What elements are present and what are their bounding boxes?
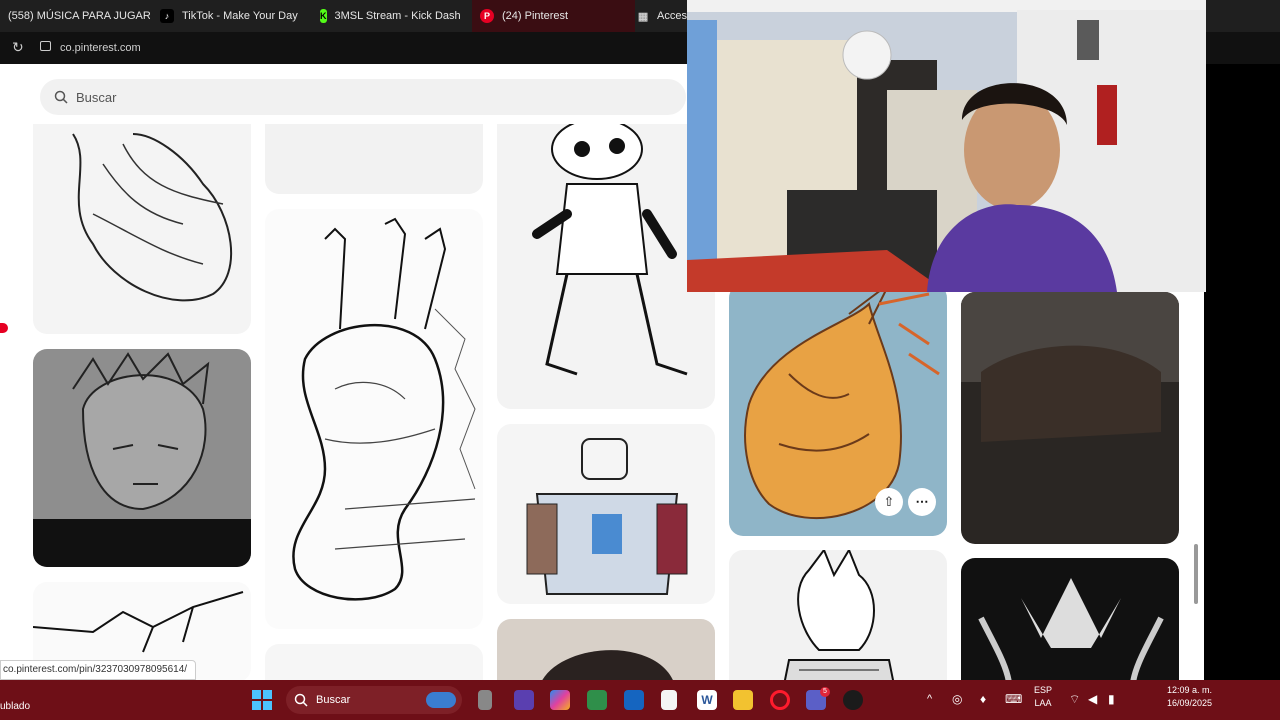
pin-sketch-face[interactable] bbox=[33, 349, 251, 567]
pin-dark-warrior[interactable] bbox=[961, 558, 1179, 680]
reload-icon[interactable]: ↻ bbox=[12, 39, 24, 56]
pin-person-photo[interactable] bbox=[497, 619, 715, 680]
language-indicator[interactable]: ESP LAA bbox=[1034, 684, 1052, 710]
search-highlight-icon bbox=[426, 692, 456, 708]
search-bar[interactable]: Buscar bbox=[40, 79, 686, 115]
lang-code: ESP bbox=[1034, 685, 1053, 695]
notification-badge: 5 bbox=[820, 687, 830, 697]
outlook-icon[interactable] bbox=[624, 690, 644, 710]
kick-icon: K bbox=[320, 9, 327, 23]
search-icon bbox=[54, 90, 68, 104]
tab-tiktok[interactable]: ♪ TikTok - Make Your Day bbox=[160, 0, 310, 32]
opera-icon[interactable] bbox=[770, 690, 790, 710]
chatgpt-icon[interactable] bbox=[843, 690, 863, 710]
taskbar-search-label: Buscar bbox=[316, 694, 351, 706]
status-url: co.pinterest.com/pin/3237030978095614/ bbox=[0, 660, 197, 680]
clock-time: 12:09 a. m. bbox=[1166, 685, 1212, 695]
tiktok-icon: ♪ bbox=[160, 9, 174, 23]
file-explorer-icon[interactable] bbox=[733, 690, 753, 710]
pin-robot-sketch[interactable] bbox=[497, 424, 715, 604]
pin-sketch-muscle[interactable] bbox=[33, 124, 251, 334]
store-icon[interactable] bbox=[587, 690, 607, 710]
pin-image bbox=[532, 124, 688, 376]
clock-date: 16/09/2025 bbox=[1166, 698, 1212, 708]
tab-label: 3MSL Stream - Kick Dash bbox=[334, 10, 461, 22]
webcam-overlay bbox=[687, 0, 1206, 292]
wifi-icon[interactable]: ⌔ bbox=[1069, 692, 1080, 707]
word-icon[interactable]: W bbox=[697, 690, 717, 710]
pinterest-icon: P bbox=[480, 9, 494, 23]
tab-access[interactable]: ▦ Acces bbox=[637, 0, 687, 32]
keyboard-icon[interactable]: ⌨ bbox=[1005, 692, 1022, 706]
tab-kick[interactable]: K 3MSL Stream - Kick Dash bbox=[320, 0, 460, 32]
pin-dark-photo[interactable] bbox=[961, 292, 1179, 544]
pin-dragon-sketch[interactable] bbox=[265, 209, 483, 629]
search-input[interactable]: Buscar bbox=[76, 90, 116, 105]
pin-image bbox=[542, 650, 673, 680]
notepad-icon[interactable] bbox=[661, 690, 677, 710]
tab-youtube[interactable]: (558) MÚSICA PARA JUGAR bbox=[0, 0, 150, 32]
tab-label: (558) MÚSICA PARA JUGAR bbox=[8, 10, 150, 22]
pin-image bbox=[978, 578, 1164, 680]
pin-image bbox=[33, 352, 251, 567]
windows-logo bbox=[252, 690, 272, 710]
share-icon[interactable]: ⇧ bbox=[875, 488, 903, 516]
lock-icon bbox=[40, 41, 51, 51]
pin-image bbox=[72, 133, 233, 302]
more-options-icon[interactable]: ⋯ bbox=[908, 488, 936, 516]
chevron-up-icon[interactable]: ^ bbox=[927, 693, 932, 705]
weather-text: ublado bbox=[0, 701, 31, 712]
battery-icon[interactable]: ▮ bbox=[1108, 692, 1115, 706]
pin-image bbox=[783, 550, 895, 680]
pin-image bbox=[961, 292, 1179, 442]
tab-pinterest[interactable]: P (24) Pinterest bbox=[472, 0, 635, 32]
taskbar-search[interactable]: Buscar bbox=[286, 686, 462, 714]
pin-cartoon-figure[interactable] bbox=[497, 124, 715, 409]
pin-image bbox=[526, 438, 688, 595]
search-icon bbox=[294, 693, 308, 707]
camera-indicator-icon[interactable]: ◎ bbox=[952, 692, 962, 706]
pin-next[interactable] bbox=[265, 644, 483, 680]
system-clock[interactable]: 12:09 a. m. 16/09/2025 bbox=[1167, 684, 1212, 710]
pin-image bbox=[292, 217, 476, 601]
pin-faded-sketch[interactable] bbox=[265, 124, 483, 194]
copilot-icon[interactable] bbox=[550, 690, 570, 710]
file-icon[interactable] bbox=[478, 690, 492, 710]
pin-naruto-art[interactable]: ⇧ ⋯ bbox=[729, 284, 947, 536]
tab-label: (24) Pinterest bbox=[502, 10, 569, 22]
tab-label: Acces bbox=[657, 10, 687, 22]
pin-anubis-sketch[interactable] bbox=[729, 550, 947, 680]
scrollbar-thumb[interactable] bbox=[1194, 544, 1198, 604]
grid-icon: ▦ bbox=[637, 10, 649, 23]
webcam-image bbox=[687, 0, 1206, 292]
tab-label: TikTok - Make Your Day bbox=[182, 10, 298, 22]
url-field[interactable]: co.pinterest.com bbox=[60, 32, 141, 64]
windows-start-icon[interactable] bbox=[252, 690, 272, 710]
microphone-icon[interactable]: ♦ bbox=[980, 692, 986, 706]
volume-icon[interactable]: ◀ bbox=[1088, 692, 1097, 706]
lang-layout: LAA bbox=[1034, 698, 1052, 708]
photos-app-icon[interactable] bbox=[514, 690, 534, 710]
